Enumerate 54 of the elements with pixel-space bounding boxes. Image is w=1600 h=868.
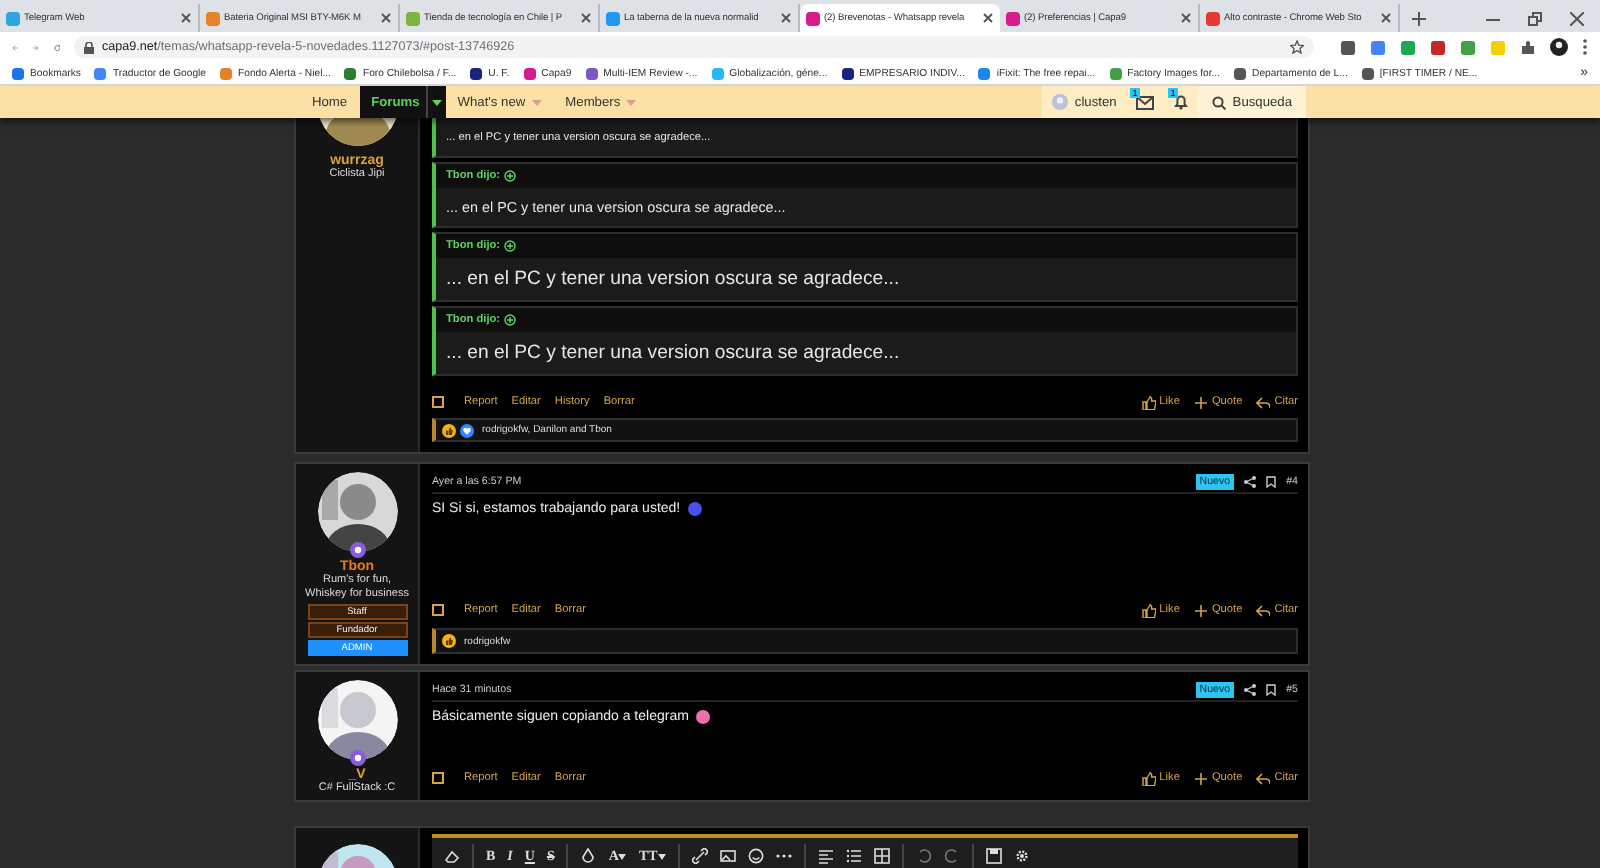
select-checkbox[interactable] [432, 396, 444, 409]
extension-icon[interactable] [1339, 39, 1356, 55]
reply-icon [1256, 771, 1271, 785]
quote-text: ... en el PC y tener una version oscura se agradece... [444, 266, 902, 294]
caret-icon [657, 853, 666, 859]
share-icon[interactable] [1244, 684, 1257, 696]
plus-icon[interactable] [1412, 11, 1426, 25]
thumbs-up-icon [1141, 395, 1156, 410]
table-icon[interactable] [873, 848, 890, 864]
expand-icon[interactable] [504, 170, 517, 182]
select-checkbox[interactable] [432, 604, 444, 616]
reply-icon [1256, 603, 1271, 617]
close-icon[interactable] [1380, 12, 1392, 24]
close-icon[interactable] [580, 12, 592, 24]
plus-icon [1193, 603, 1208, 617]
expand-icon[interactable] [504, 314, 517, 326]
mail-icon[interactable] [1136, 95, 1155, 109]
image-icon[interactable] [719, 848, 736, 864]
expand-icon[interactable] [504, 240, 517, 252]
align-icon[interactable] [817, 848, 834, 864]
list-icon[interactable] [845, 848, 862, 864]
plus-icon [1193, 771, 1208, 785]
bell-icon[interactable] [1174, 94, 1189, 110]
bookmark-icon[interactable] [1266, 684, 1277, 696]
plus-icon [1193, 395, 1208, 410]
close-icon[interactable] [1570, 11, 1584, 25]
reply-icon [1256, 395, 1271, 410]
status-icon [349, 542, 365, 558]
close-icon[interactable] [982, 12, 994, 24]
more-icon[interactable] [1581, 38, 1588, 56]
eraser-icon[interactable] [444, 848, 460, 864]
select-checkbox[interactable] [432, 772, 444, 784]
restore-icon[interactable] [1528, 11, 1542, 25]
gear-icon[interactable] [1013, 848, 1030, 864]
thumbs-up-icon [1141, 771, 1156, 785]
status-icon [349, 750, 365, 766]
close-icon[interactable] [180, 12, 192, 24]
drop-icon[interactable] [580, 848, 597, 864]
caret-icon [618, 853, 627, 859]
avatar-icon[interactable] [1549, 38, 1568, 56]
link-icon[interactable] [691, 848, 708, 864]
thumbs-up-icon [1141, 603, 1156, 617]
close-icon[interactable] [380, 12, 392, 24]
quote-text: ... en el PC y tener una version oscura se agradece... [444, 340, 902, 368]
lock-icon [83, 41, 94, 53]
smiley-icon[interactable] [747, 848, 764, 864]
reload-icon[interactable] [53, 39, 60, 55]
close-icon[interactable] [1180, 12, 1192, 24]
share-icon[interactable] [1244, 476, 1257, 488]
bookmark-icon[interactable] [1266, 476, 1277, 488]
close-icon[interactable] [780, 12, 792, 24]
star-icon[interactable] [1289, 40, 1304, 54]
search-icon [1212, 95, 1227, 109]
save-icon[interactable] [985, 848, 1002, 864]
